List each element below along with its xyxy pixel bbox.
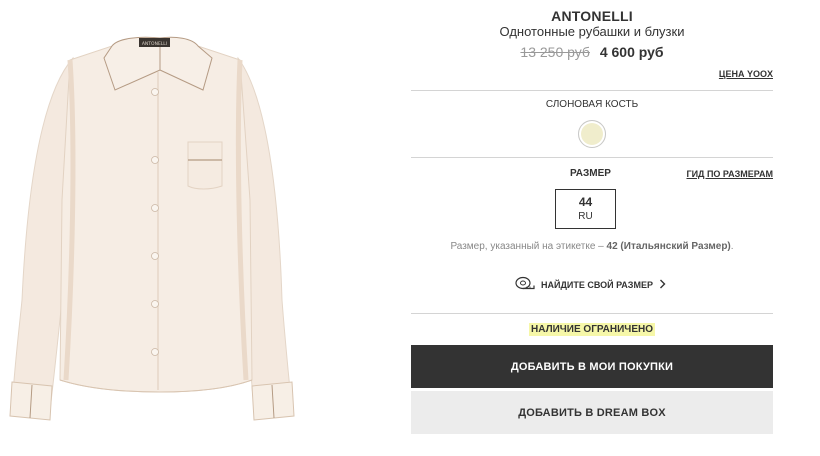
divider xyxy=(411,90,773,91)
find-your-size-link[interactable]: НАЙДИТЕ СВОЙ РАЗМЕР xyxy=(515,276,666,294)
size-label: РАЗМЕР xyxy=(570,168,611,179)
divider xyxy=(411,157,773,158)
availability-badge: НАЛИЧИЕ ОГРАНИЧЕНО xyxy=(529,323,655,336)
size-unit: RU xyxy=(578,211,593,222)
add-to-cart-button[interactable]: ДОБАВИТЬ В МОИ ПОКУПКИ xyxy=(411,345,773,388)
size-note-prefix: Размер, указанный на этикетке – xyxy=(450,241,607,252)
current-price: 4 600 руб xyxy=(599,44,664,60)
neck-label-text: ANTONELLI xyxy=(142,41,167,47)
yoox-price-link[interactable]: ЦЕНА YOOX xyxy=(719,69,773,79)
add-to-dreambox-button[interactable]: ДОБАВИТЬ В DREAM BOX xyxy=(411,391,773,434)
size-note: Размер, указанный на этикетке – 42 (Итал… xyxy=(411,241,773,252)
product-image[interactable]: ANTONELLI xyxy=(0,0,335,451)
color-name: СЛОНОВАЯ КОСТЬ xyxy=(545,99,639,110)
color-swatch-ivory[interactable] xyxy=(578,120,606,148)
brand-name[interactable]: ANTONELLI xyxy=(411,8,773,24)
product-info-panel: ANTONELLI Однотонные рубашки и блузки 13… xyxy=(411,0,773,451)
add-to-cart-label: ДОБАВИТЬ В МОИ ПОКУПКИ xyxy=(510,360,674,373)
size-note-label-size: 42 (Итальянский Размер) xyxy=(606,241,731,252)
size-guide-link[interactable]: ГИД ПО РАЗМЕРАМ xyxy=(686,169,773,179)
size-note-suffix: . xyxy=(730,241,734,252)
blouse-illustration: ANTONELLI xyxy=(9,36,295,421)
find-your-size-label: НАЙДИТЕ СВОЙ РАЗМЕР xyxy=(541,280,653,290)
old-price: 13 250 руб xyxy=(520,44,590,60)
chevron-right-icon xyxy=(659,276,666,294)
tape-measure-icon xyxy=(515,276,535,295)
product-category: Однотонные рубашки и блузки xyxy=(499,24,685,39)
divider xyxy=(411,313,773,314)
price-row: 13 250 руб 4 600 руб xyxy=(411,44,773,60)
size-value: 44 xyxy=(578,195,593,209)
add-to-dreambox-label: ДОБАВИТЬ В DREAM BOX xyxy=(518,406,666,419)
size-option-44[interactable]: 44 RU xyxy=(555,189,616,229)
